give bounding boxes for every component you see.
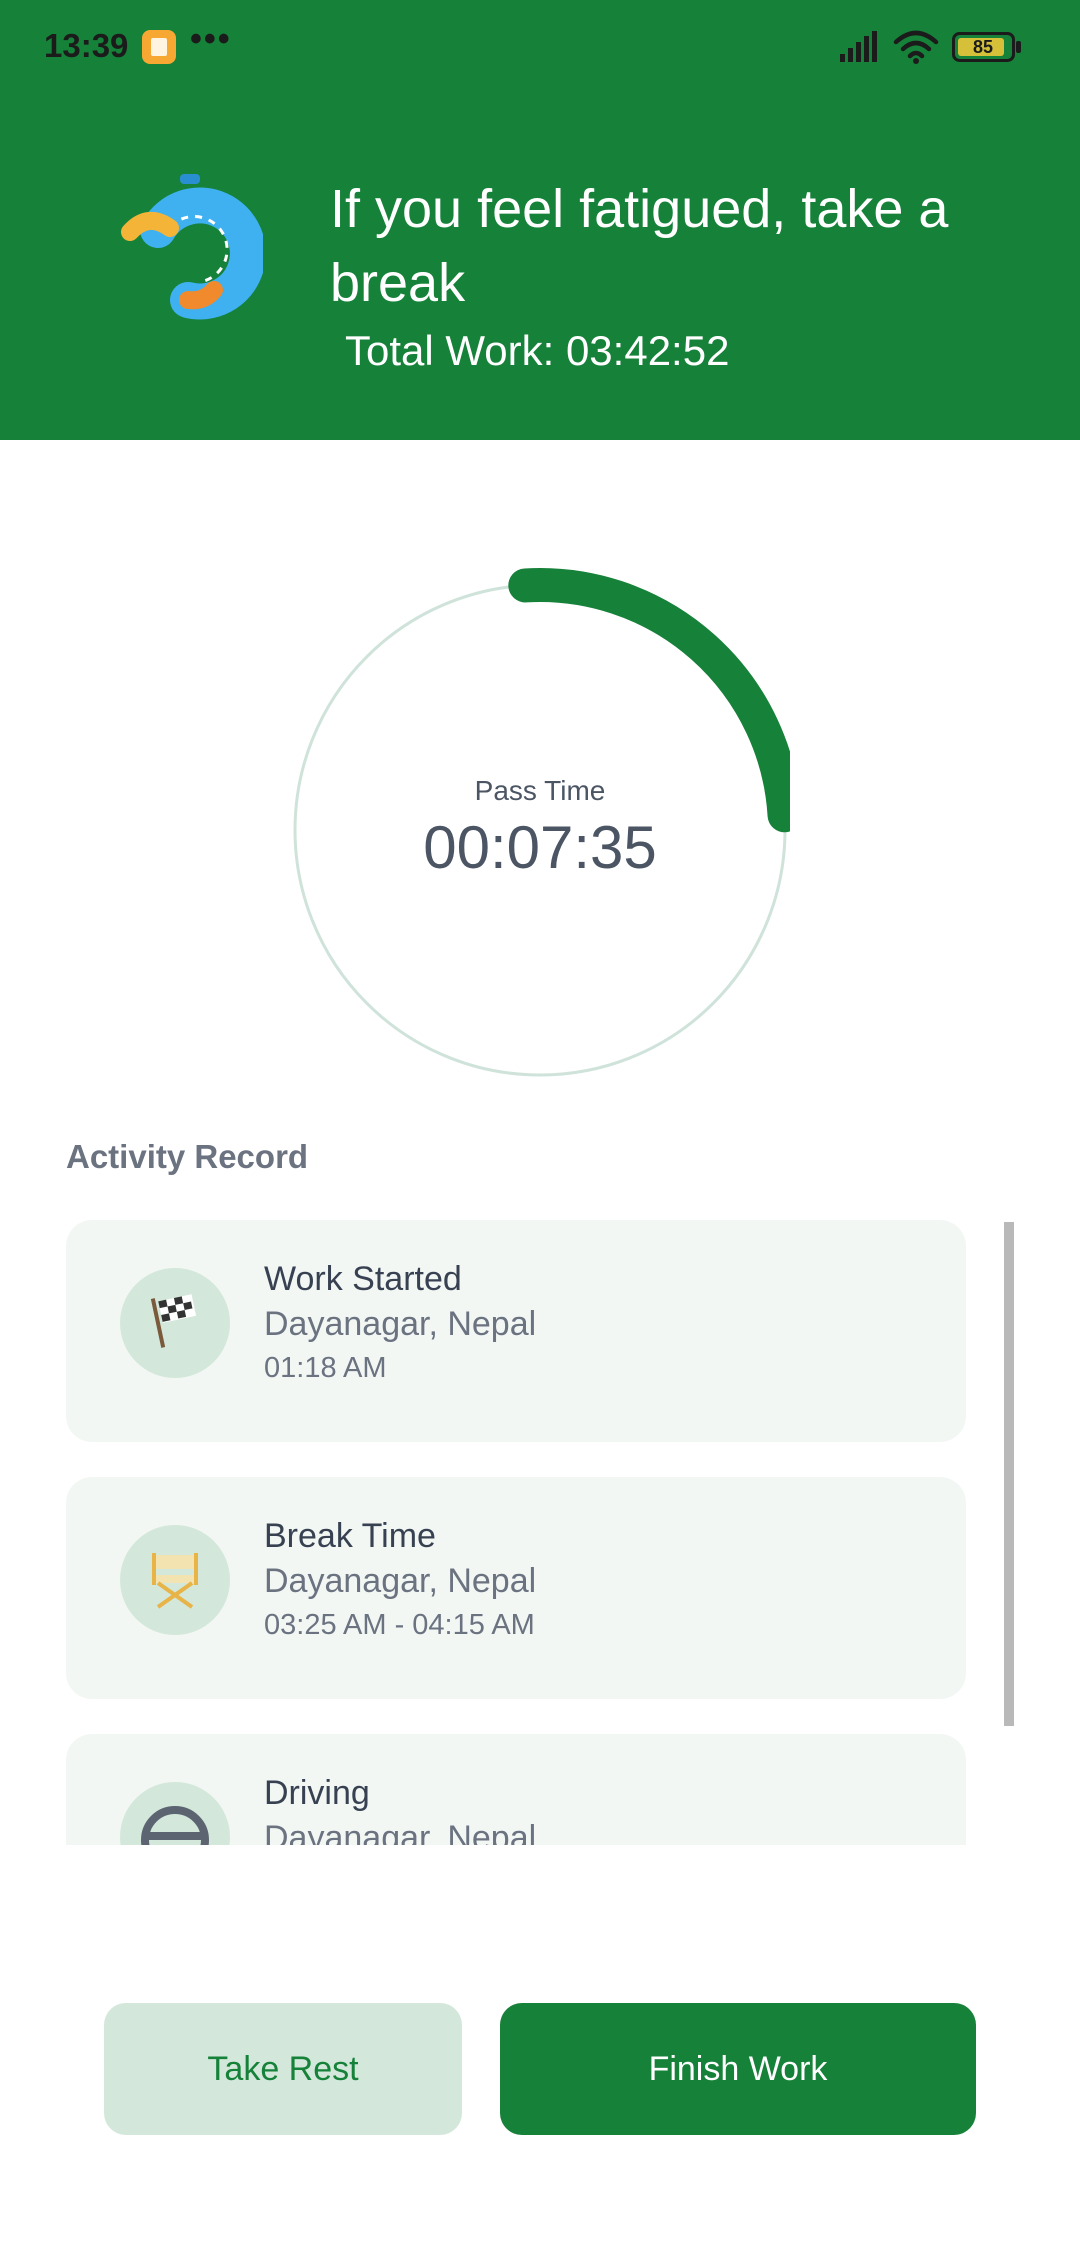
header: 13:39 ••• 85 If you feel fatigued, take … bbox=[0, 0, 1080, 440]
pass-time-label: Pass Time bbox=[474, 775, 606, 806]
wifi-icon bbox=[893, 30, 939, 64]
activity-title: Break Time bbox=[264, 1517, 436, 1555]
fatigue-headline: If you feel fatigued, take a break bbox=[330, 179, 949, 313]
status-bar: 13:39 ••• 85 bbox=[0, 0, 1080, 95]
activity-card-work-started[interactable]: Work Started Dayanagar, Nepal 01:18 AM bbox=[66, 1220, 966, 1442]
activity-scrollbar[interactable] bbox=[1004, 1222, 1014, 1726]
activity-location: Dayanagar, Nepal bbox=[264, 1562, 537, 1600]
pass-time-timer: Pass Time 00:07:35 bbox=[290, 565, 790, 1085]
take-rest-button[interactable]: Take Rest bbox=[104, 2003, 462, 2135]
battery-icon: 85 bbox=[952, 32, 1022, 62]
activity-title: Work Started bbox=[264, 1260, 462, 1298]
directors-chair-icon bbox=[120, 1525, 230, 1635]
activity-list[interactable]: Work Started Dayanagar, Nepal 01:18 AM B… bbox=[66, 1220, 966, 1845]
status-time: 13:39 bbox=[44, 27, 129, 64]
activity-time: 01:18 AM bbox=[264, 1352, 387, 1384]
activity-time: 03:25 AM - 04:15 AM bbox=[264, 1609, 535, 1641]
checkered-flag-icon bbox=[120, 1268, 230, 1378]
finish-work-button[interactable]: Finish Work bbox=[500, 2003, 976, 2135]
battery-level: 85 bbox=[972, 37, 994, 57]
activity-record-title: Activity Record bbox=[66, 1138, 309, 1175]
activity-card-break-time[interactable]: Break Time Dayanagar, Nepal 03:25 AM - 0… bbox=[66, 1477, 966, 1699]
signal-icon bbox=[840, 31, 877, 62]
activity-location: Dayanagar, Nepal bbox=[264, 1305, 537, 1343]
total-work: Total Work: 03:42:52 bbox=[345, 327, 730, 374]
mascot-icon bbox=[121, 174, 263, 320]
activity-card-driving[interactable]: Driving Dayanagar, Nepal bbox=[66, 1734, 966, 1845]
more-notifications-icon: ••• bbox=[190, 20, 232, 58]
pass-time-value: 00:07:35 bbox=[423, 814, 657, 881]
app-notification-icon bbox=[142, 30, 176, 64]
steering-wheel-icon bbox=[120, 1782, 230, 1845]
activity-title: Driving bbox=[264, 1774, 370, 1812]
activity-location: Dayanagar, Nepal bbox=[264, 1819, 537, 1845]
